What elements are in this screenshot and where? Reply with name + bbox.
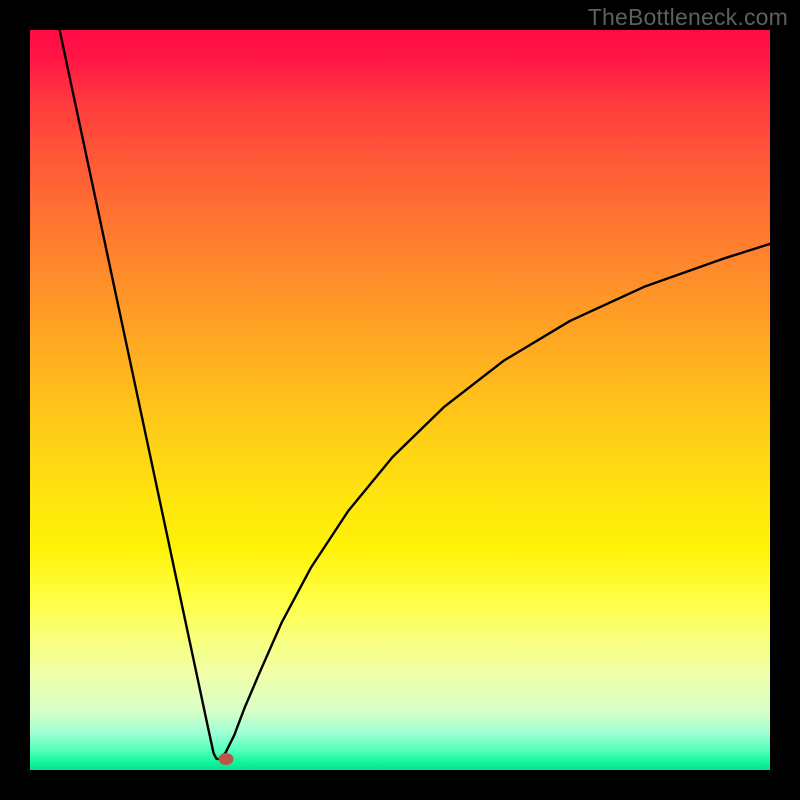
bottleneck-curve (60, 30, 770, 759)
marker-dot (219, 753, 234, 765)
plot-area (30, 30, 770, 770)
curve-svg (30, 30, 770, 770)
chart-container: TheBottleneck.com (0, 0, 800, 800)
watermark-text: TheBottleneck.com (588, 4, 788, 31)
